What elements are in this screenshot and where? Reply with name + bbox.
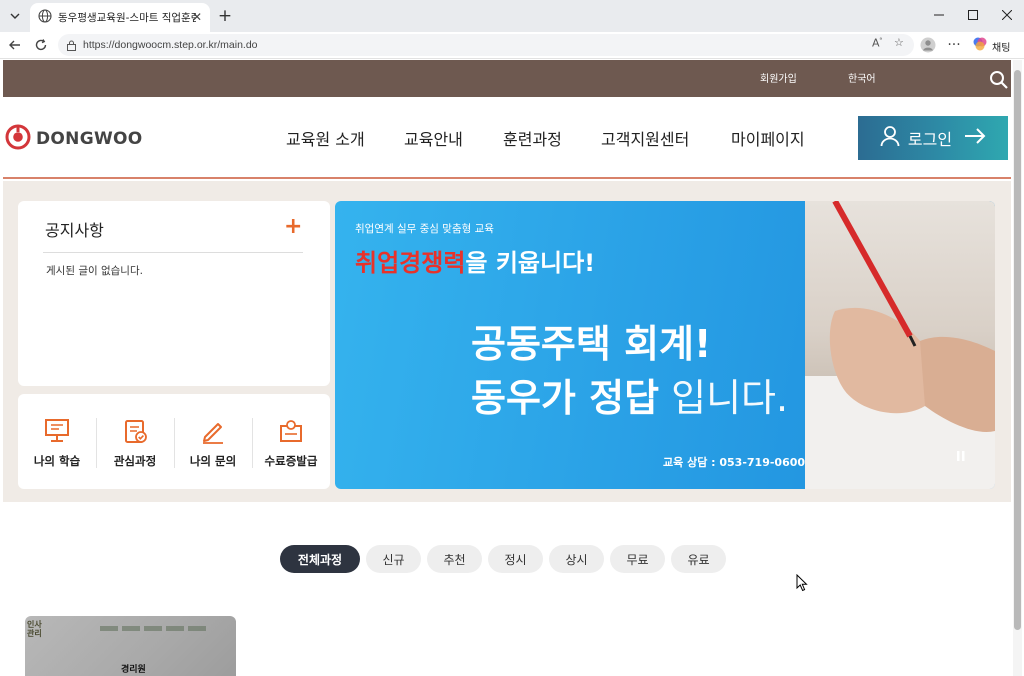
banner-writing-photo <box>805 201 995 489</box>
browser-tab-strip: 동우평생교육원-스마트 직업훈련 ✕ + <box>0 0 1024 32</box>
quick-my-learning[interactable]: 나의 학습 <box>18 394 96 489</box>
course-card-badge: 인사 관리 <box>27 620 42 638</box>
banner-main-line2-light: 입니다. <box>659 376 789 420</box>
dongwoo-logo[interactable]: DONGWOO <box>5 124 143 154</box>
banner-subtitle: 취업연계 실무 중심 맞춤형 교육 <box>355 223 494 235</box>
new-tab-plus-icon[interactable]: + <box>214 5 236 27</box>
copilot-button[interactable]: 채팅 <box>972 36 1010 56</box>
nav-customer-center[interactable]: 고객지원센터 <box>601 126 689 150</box>
banner-headline-rest: 을 키웁니다! <box>465 249 596 277</box>
mouse-cursor-icon <box>796 573 808 596</box>
tab-title: 동우평생교육원-스마트 직업훈련 <box>58 12 196 24</box>
banner-main-line2-bold: 동우가 정답 <box>471 376 660 420</box>
login-button[interactable]: 로그인 <box>858 116 1008 160</box>
filter-paid[interactable]: 유료 <box>671 545 726 573</box>
minimize-icon[interactable] <box>924 4 954 26</box>
banner-headline-highlight: 취업경쟁력 <box>355 249 466 277</box>
notice-more-plus-icon[interactable]: + <box>284 214 302 239</box>
filter-always-open[interactable]: 상시 <box>549 545 604 573</box>
notice-title: 공지사항 <box>45 221 104 240</box>
address-bar[interactable]: https://dongwoocm.step.or.kr/main.do Aᵃ … <box>58 34 914 56</box>
url-text[interactable]: https://dongwoocm.step.or.kr/main.do <box>83 39 258 51</box>
login-label: 로그인 <box>907 130 953 149</box>
filter-scheduled[interactable]: 정시 <box>488 545 543 573</box>
scrollbar-thumb[interactable] <box>1014 70 1021 630</box>
quick-certificate[interactable]: 수료증발급 <box>252 394 330 489</box>
browser-toolbar: https://dongwoocm.step.or.kr/main.do Aᵃ … <box>0 32 1024 59</box>
certificate-icon <box>277 417 305 445</box>
quick-menu-panel: 나의 학습 관심과정 나의 문의 수료증발급 <box>18 394 330 489</box>
notice-empty-message: 게시된 글이 없습니다. <box>46 265 143 277</box>
banner-main-line2: 동우가 정답 입니다. <box>471 367 788 422</box>
search-icon[interactable] <box>989 70 1009 90</box>
globe-icon <box>38 8 52 27</box>
logo-text: DONGWOO <box>36 129 143 149</box>
course-card-partner-logos <box>100 626 230 632</box>
nav-education-info[interactable]: 교육안내 <box>404 126 463 150</box>
site-header: DONGWOO 교육원 소개 교육안내 훈련과정 고객지원센터 마이페이지 로그… <box>3 97 1011 179</box>
browser-tab-active[interactable]: 동우평생교육원-스마트 직업훈련 ✕ <box>30 3 210 32</box>
quick-interest-courses-label: 관심과정 <box>113 454 157 468</box>
website-viewport: 회원가입 한국어 DONGWOO 교육원 소개 교육안내 훈련과정 고객지원센터… <box>3 60 1011 676</box>
notice-divider <box>43 252 303 253</box>
profile-avatar-icon[interactable] <box>917 35 939 55</box>
refresh-icon[interactable] <box>30 35 52 55</box>
user-icon <box>880 125 900 151</box>
clipboard-check-icon <box>121 417 149 445</box>
lock-icon[interactable] <box>66 36 77 55</box>
quick-my-inquiry[interactable]: 나의 문의 <box>174 394 252 489</box>
nav-mypage[interactable]: 마이페이지 <box>731 126 805 150</box>
arrow-right-icon <box>964 128 986 148</box>
favorite-star-icon[interactable]: ☆ <box>894 36 904 49</box>
tab-list-chevron-icon[interactable] <box>4 5 26 27</box>
banner-main-line1: 공동주택 회계! <box>471 322 712 366</box>
read-aloud-icon[interactable]: Aᵃ <box>872 36 882 50</box>
monitor-icon <box>43 417 71 445</box>
more-menu-icon[interactable]: ··· <box>943 35 965 55</box>
nav-about[interactable]: 교육원 소개 <box>286 126 365 150</box>
quick-my-inquiry-label: 나의 문의 <box>189 454 237 468</box>
filter-recommended[interactable]: 추천 <box>427 545 482 573</box>
copilot-label: 채팅 <box>992 42 1011 54</box>
quick-interest-courses[interactable]: 관심과정 <box>96 394 174 489</box>
pause-icon[interactable] <box>957 451 965 464</box>
filter-all[interactable]: 전체과정 <box>280 545 360 573</box>
filter-free[interactable]: 무료 <box>610 545 665 573</box>
quick-certificate-label: 수료증발급 <box>264 454 318 468</box>
nav-training-courses[interactable]: 훈련과정 <box>503 126 562 150</box>
main-visual-section: 공지사항 + 게시된 글이 없습니다. 나의 학습 관심과정 나의 문의 수료증… <box>3 181 1011 502</box>
pencil-icon <box>199 417 227 445</box>
course-card[interactable]: 인사 관리 경리원 <box>25 616 236 676</box>
close-tab-icon[interactable]: ✕ <box>192 10 202 24</box>
banner-contact-phone: 교육 상담 : 053-719-0600 <box>663 456 806 469</box>
banner-headline: 취업경쟁력을 키웁니다! <box>355 243 595 278</box>
page-scrollbar[interactable] <box>1013 60 1022 676</box>
quick-my-learning-label: 나의 학습 <box>33 454 81 468</box>
maximize-icon[interactable] <box>958 4 988 26</box>
course-filter-bar: 전체과정 신규 추천 정시 상시 무료 유료 <box>280 545 726 573</box>
back-arrow-icon[interactable] <box>4 35 26 55</box>
copilot-icon <box>972 36 988 56</box>
utility-bar: 회원가입 한국어 <box>3 60 1011 97</box>
join-link[interactable]: 회원가입 <box>760 70 797 85</box>
course-card-title: 경리원 <box>121 665 146 675</box>
notice-panel: 공지사항 + 게시된 글이 없습니다. <box>18 201 330 386</box>
logo-mark-icon <box>5 124 31 154</box>
language-link[interactable]: 한국어 <box>848 70 876 85</box>
filter-new[interactable]: 신규 <box>366 545 421 573</box>
main-banner[interactable]: 취업연계 실무 중심 맞춤형 교육 취업경쟁력을 키웁니다! 공동주택 회계! … <box>335 201 995 489</box>
close-window-icon[interactable] <box>992 4 1022 26</box>
